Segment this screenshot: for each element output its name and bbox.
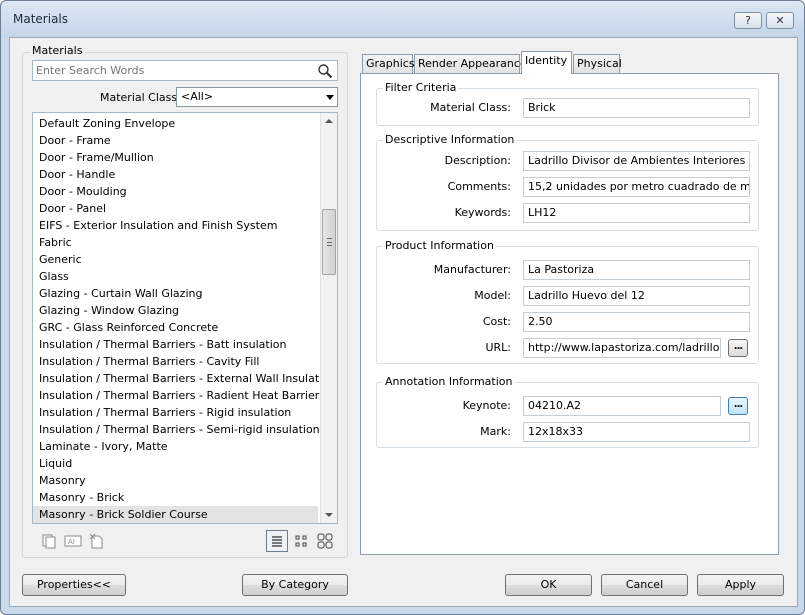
by-category-button[interactable]: By Category xyxy=(242,574,348,596)
manufacturer-label: Manufacturer: xyxy=(433,263,511,276)
filter-criteria-title: Filter Criteria xyxy=(383,81,459,94)
identity-panel: Filter Criteria Material Class: Brick De… xyxy=(360,73,779,555)
close-button[interactable]: ✕ xyxy=(766,12,794,29)
model-label: Model: xyxy=(474,289,511,302)
url-field[interactable]: http://www.lapastoriza.com/ladrilloshue xyxy=(523,338,721,358)
svg-text:AI: AI xyxy=(68,538,75,546)
descriptive-info-group: Descriptive Information Description: Lad… xyxy=(376,133,759,231)
scroll-down-icon[interactable] xyxy=(325,513,333,517)
material-class-label: Material Class: xyxy=(100,91,181,104)
large-icons-view-icon xyxy=(317,533,333,549)
tab-render-appearance[interactable]: Render Appearance xyxy=(414,54,527,73)
keywords-label: Keywords: xyxy=(454,206,511,219)
list-item[interactable]: Masonry - Brick xyxy=(33,489,318,506)
search-icon[interactable] xyxy=(317,63,333,79)
list-item[interactable]: Insulation / Thermal Barriers - Semi-rig… xyxy=(33,421,320,438)
list-item[interactable]: Insulation / Thermal Barriers - External… xyxy=(33,370,336,387)
search-input[interactable] xyxy=(36,63,306,78)
window-title: Materials xyxy=(13,12,69,26)
list-item[interactable]: Insulation / Thermal Barriers - Cavity F… xyxy=(33,353,318,370)
scroll-up-icon[interactable] xyxy=(325,119,333,123)
list-item[interactable]: EIFS - Exterior Insulation and Finish Sy… xyxy=(33,217,318,234)
list-item[interactable]: Door - Handle xyxy=(33,166,318,183)
materials-list-items: Default Zoning Envelope Door - Frame Door … xyxy=(33,115,336,523)
list-item[interactable]: Glazing - Window Glazing xyxy=(33,302,318,319)
description-field[interactable]: Ladrillo Divisor de Ambientes Interiores xyxy=(523,151,750,171)
materials-list[interactable]: Default Zoning Envelope Door - Frame Door … xyxy=(32,112,338,524)
list-item[interactable]: Generic xyxy=(33,251,318,268)
list-item[interactable]: Liquid xyxy=(33,455,318,472)
filter-material-class-field[interactable]: Brick xyxy=(523,98,750,118)
materials-group-label: Materials xyxy=(30,44,85,57)
list-item[interactable]: Insulation / Thermal Barriers - Rigid in… xyxy=(33,404,318,421)
small-icons-view-button[interactable] xyxy=(290,530,312,552)
small-icons-view-icon xyxy=(295,535,307,547)
keynote-label: Keynote: xyxy=(462,399,511,412)
manufacturer-field[interactable]: La Pastoriza xyxy=(523,260,750,280)
annotation-info-group: Annotation Information Keynote: 04210.A2… xyxy=(376,375,759,448)
apply-button[interactable]: Apply xyxy=(697,574,784,596)
list-item[interactable]: Laminate - Ivory, Matte xyxy=(33,438,318,455)
description-label: Description: xyxy=(444,154,511,167)
tab-graphics[interactable]: Graphics xyxy=(362,54,415,73)
list-item[interactable]: Insulation / Thermal Barriers - Batt ins… xyxy=(33,336,318,353)
product-info-title: Product Information xyxy=(383,239,496,252)
tab-identity[interactable]: Identity xyxy=(521,51,572,74)
properties-button[interactable]: Properties<< xyxy=(22,574,126,596)
large-icons-view-button[interactable] xyxy=(314,530,336,552)
list-item[interactable]: Door - Frame xyxy=(33,132,318,149)
url-browse-button[interactable]: ... xyxy=(728,339,748,357)
material-class-value: <All> xyxy=(181,90,214,103)
list-view-icon xyxy=(272,536,282,547)
annotation-info-title: Annotation Information xyxy=(383,375,515,388)
cost-field[interactable]: 2.50 xyxy=(523,312,750,332)
list-item[interactable]: Insulation / Thermal Barriers - Radient … xyxy=(33,387,319,404)
scroll-thumb[interactable] xyxy=(322,209,336,275)
list-item[interactable]: GRC - Glass Reinforced Concrete xyxy=(33,319,318,336)
model-field[interactable]: Ladrillo Huevo del 12 xyxy=(523,286,750,306)
list-item[interactable]: Door - Panel xyxy=(33,200,318,217)
list-toolbar: AI xyxy=(32,530,338,552)
comments-label: Comments: xyxy=(447,180,511,193)
list-item[interactable]: Masonry - Brick Soldier Course xyxy=(33,506,318,523)
filter-criteria-group: Filter Criteria Material Class: Brick xyxy=(376,81,759,126)
delete-material-icon[interactable] xyxy=(88,532,106,550)
chevron-down-icon xyxy=(326,95,334,100)
url-label: URL: xyxy=(485,341,511,354)
cost-label: Cost: xyxy=(482,315,511,328)
ok-button[interactable]: OK xyxy=(505,574,592,596)
keywords-field[interactable]: LH12 xyxy=(523,203,750,223)
comments-field[interactable]: 15,2 unidades por metro cuadrado de muro xyxy=(523,177,750,197)
keynote-browse-button[interactable]: ... xyxy=(728,397,748,415)
rename-material-icon[interactable]: AI xyxy=(64,532,82,550)
list-item[interactable]: Door - Moulding xyxy=(33,183,318,200)
list-view-button[interactable] xyxy=(266,530,288,552)
list-item[interactable]: Glazing - Curtain Wall Glazing xyxy=(33,285,318,302)
list-scrollbar[interactable] xyxy=(320,113,337,523)
list-item[interactable]: Masonry xyxy=(33,472,318,489)
duplicate-material-icon[interactable] xyxy=(40,532,58,550)
dialog-body: Materials Material Class: <All> Default … xyxy=(9,37,798,607)
search-box[interactable] xyxy=(32,60,338,81)
grip-icon xyxy=(327,238,332,246)
keynote-field[interactable]: 04210.A2 xyxy=(523,396,721,416)
title-bar: Materials ? ✕ xyxy=(1,1,804,37)
help-button[interactable]: ? xyxy=(734,12,762,29)
materials-dialog: Materials ? ✕ Materials Material Class: … xyxy=(0,0,805,615)
descriptive-info-title: Descriptive Information xyxy=(383,133,517,146)
material-class-select[interactable]: <All> xyxy=(176,87,338,107)
tab-physical[interactable]: Physical xyxy=(573,54,622,73)
mark-field[interactable]: 12x18x33 xyxy=(523,422,750,442)
list-item[interactable]: Door - Frame/Mullion xyxy=(33,149,318,166)
product-info-group: Product Information Manufacturer: La Pas… xyxy=(376,239,759,364)
filter-material-class-label: Material Class: xyxy=(430,101,511,114)
list-item[interactable]: Glass xyxy=(33,268,318,285)
mark-label: Mark: xyxy=(480,425,511,438)
cancel-button[interactable]: Cancel xyxy=(601,574,688,596)
list-item[interactable]: Default Zoning Envelope xyxy=(33,115,318,132)
list-item[interactable]: Fabric xyxy=(33,234,318,251)
